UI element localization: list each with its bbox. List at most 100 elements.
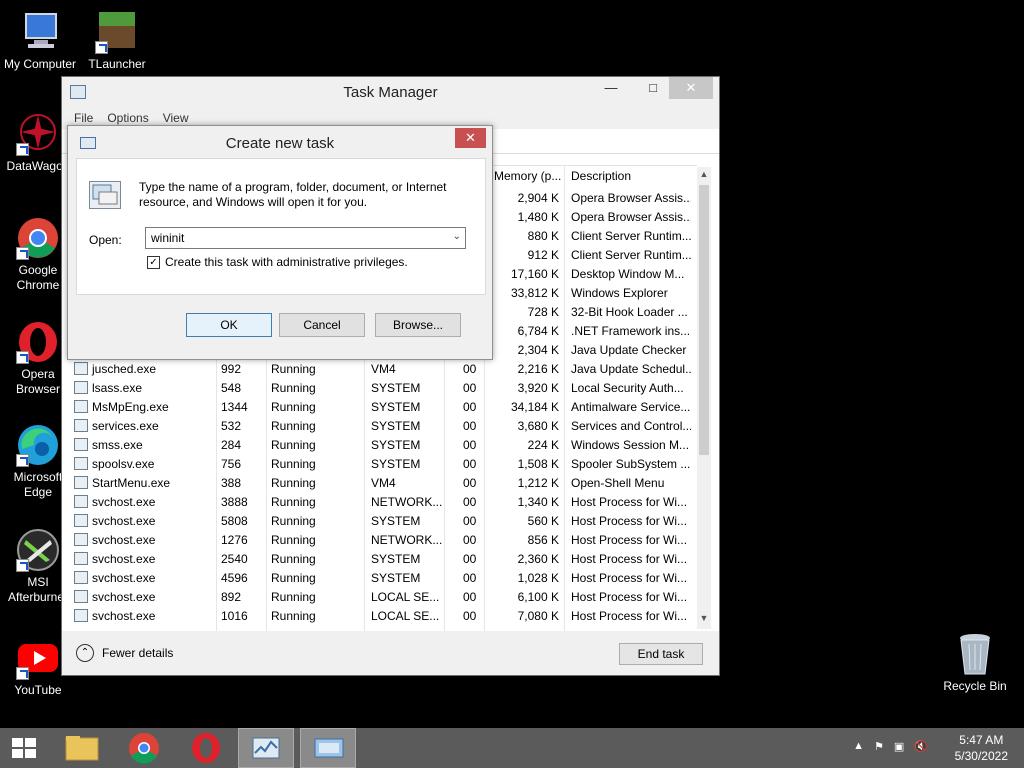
admin-checkbox-label: Create this task with administrative pri… bbox=[165, 255, 408, 269]
process-row[interactable]: StartMenu.exe 388 Running VM4 00 1,212 K Open-… bbox=[72, 474, 697, 493]
process-name: services.exe bbox=[92, 419, 159, 433]
computer-icon bbox=[18, 10, 62, 54]
action-center-flag-icon[interactable]: ⚑ bbox=[874, 740, 884, 753]
admin-checkbox[interactable]: ✓ bbox=[147, 255, 160, 269]
scroll-down-icon[interactable]: ▼ bbox=[697, 613, 711, 627]
process-icon bbox=[74, 514, 88, 527]
scroll-thumb[interactable] bbox=[699, 185, 709, 455]
taskbar-file-explorer[interactable] bbox=[54, 728, 110, 768]
desktop-icon-label: TLauncher bbox=[88, 57, 146, 71]
process-row[interactable]: svchost.exe 5808 Running SYSTEM 00 560 K Host … bbox=[72, 512, 697, 531]
process-icon bbox=[74, 609, 88, 622]
desktop-icon-recycle-bin[interactable]: Recycle Bin bbox=[935, 632, 1015, 694]
column-header-description[interactable]: Description bbox=[567, 165, 697, 187]
process-icon bbox=[74, 571, 88, 584]
menu-file[interactable]: File bbox=[74, 111, 93, 125]
recycle-bin-icon bbox=[953, 632, 997, 676]
process-user: LOCAL SE... bbox=[371, 609, 440, 623]
process-user: SYSTEM bbox=[371, 514, 421, 528]
process-name: svchost.exe bbox=[92, 514, 156, 528]
process-cpu: 00 bbox=[463, 609, 477, 623]
taskbar-opera[interactable] bbox=[178, 728, 234, 768]
desktop-icon-my-computer[interactable]: My Computer bbox=[0, 10, 80, 72]
process-row[interactable]: svchost.exe 892 Running LOCAL SE... 00 6,100 … bbox=[72, 588, 697, 607]
process-row[interactable]: svchost.exe 1276 Running NETWORK... 00 856 K H… bbox=[72, 531, 697, 550]
process-user: SYSTEM bbox=[371, 381, 421, 395]
process-status: Running bbox=[271, 438, 316, 452]
task-manager-titlebar[interactable]: Task Manager — □ ✕ bbox=[62, 77, 719, 107]
dialog-title: Create new task bbox=[225, 135, 335, 152]
process-row[interactable]: svchost.exe 3888 Running NETWORK... 00 1,340 … bbox=[72, 493, 697, 512]
browse-button[interactable]: Browse... bbox=[375, 313, 461, 337]
desktop-icon-tlauncher[interactable]: TLauncher bbox=[77, 10, 157, 72]
volume-muted-icon[interactable]: 🔇 bbox=[914, 740, 928, 753]
process-row[interactable]: svchost.exe 4596 Running SYSTEM 00 1,028 K Hos… bbox=[72, 569, 697, 588]
process-memory: 17,160 K bbox=[510, 267, 559, 281]
process-row[interactable]: lsass.exe 548 Running SYSTEM 00 3,920 K Local … bbox=[72, 379, 697, 398]
process-description: Host Process for Wi... bbox=[571, 609, 688, 623]
network-icon[interactable]: ▣ bbox=[894, 740, 904, 753]
process-icon bbox=[74, 438, 88, 451]
column-header-memory[interactable]: Memory (p... bbox=[492, 165, 572, 187]
process-memory: 34,184 K bbox=[510, 400, 559, 414]
process-memory: 224 K bbox=[527, 438, 559, 452]
show-hidden-icons-icon[interactable]: ▲ bbox=[853, 740, 864, 753]
folder-icon bbox=[65, 736, 99, 761]
menu-view[interactable]: View bbox=[163, 111, 189, 125]
vertical-scrollbar[interactable]: ▲ ▼ bbox=[697, 167, 711, 629]
start-button[interactable] bbox=[0, 728, 48, 768]
dialog-content: Type the name of a program, folder, docu… bbox=[76, 158, 486, 295]
dialog-close-button[interactable]: ✕ bbox=[455, 128, 486, 148]
cancel-button[interactable]: Cancel bbox=[279, 313, 365, 337]
taskbar-task-manager[interactable] bbox=[238, 728, 294, 768]
open-input[interactable] bbox=[146, 228, 436, 248]
process-user: NETWORK... bbox=[371, 495, 443, 509]
edge-icon bbox=[16, 423, 60, 467]
process-status: Running bbox=[271, 476, 316, 490]
process-row[interactable]: spoolsv.exe 756 Running SYSTEM 00 1,508 K Spoo… bbox=[72, 455, 697, 474]
close-button[interactable]: ✕ bbox=[669, 77, 713, 99]
process-pid: 284 bbox=[221, 438, 242, 452]
fewer-details-button[interactable]: ⌃ Fewer details bbox=[76, 644, 173, 662]
process-pid: 388 bbox=[221, 476, 242, 490]
admin-privileges-option[interactable]: ✓ Create this task with administrative p… bbox=[147, 255, 408, 269]
process-name: svchost.exe bbox=[92, 552, 156, 566]
taskbar-run-dialog[interactable] bbox=[300, 728, 356, 768]
run-icon bbox=[314, 738, 344, 758]
process-row[interactable]: smss.exe 284 Running SYSTEM 00 224 K Windows S… bbox=[72, 436, 697, 455]
process-pid: 2540 bbox=[221, 552, 248, 566]
process-user: NETWORK... bbox=[371, 533, 443, 547]
chevron-down-icon[interactable]: ⌄ bbox=[453, 231, 461, 242]
minimize-button[interactable]: — bbox=[597, 77, 625, 99]
taskbar-chrome[interactable] bbox=[116, 728, 172, 768]
open-combobox[interactable]: ⌄ bbox=[145, 227, 466, 249]
chevron-up-icon: ⌃ bbox=[76, 644, 94, 662]
process-row[interactable]: svchost.exe 2540 Running SYSTEM 00 2,360 K Hos… bbox=[72, 550, 697, 569]
process-pid: 992 bbox=[221, 362, 242, 376]
scroll-up-icon[interactable]: ▲ bbox=[697, 169, 711, 183]
menu-options[interactable]: Options bbox=[107, 111, 148, 125]
process-memory: 1,480 K bbox=[517, 210, 559, 224]
maximize-button[interactable]: □ bbox=[639, 77, 667, 99]
process-status: Running bbox=[271, 571, 316, 585]
process-row[interactable]: jusched.exe 992 Running VM4 00 2,216 K Java Up… bbox=[72, 360, 697, 379]
opera-icon bbox=[192, 733, 220, 763]
process-icon bbox=[74, 457, 88, 470]
process-memory: 1,212 K bbox=[517, 476, 559, 490]
process-row[interactable]: svchost.exe 1016 Running LOCAL SE... 00 7,080… bbox=[72, 607, 697, 626]
process-status: Running bbox=[271, 362, 316, 376]
process-memory: 7,080 K bbox=[517, 609, 559, 623]
end-task-button[interactable]: End task bbox=[619, 643, 703, 665]
process-user: VM4 bbox=[371, 362, 396, 376]
clock[interactable]: 5:47 AM 5/30/2022 bbox=[955, 732, 1008, 764]
process-row[interactable]: services.exe 532 Running SYSTEM 00 3,680 K Ser… bbox=[72, 417, 697, 436]
shortcut-arrow-icon bbox=[16, 143, 29, 156]
taskbar: ▲ ⚑ ▣ 🔇 5:47 AM 5/30/2022 bbox=[0, 728, 1024, 768]
process-status: Running bbox=[271, 419, 316, 433]
dialog-titlebar[interactable]: Create new task ✕ bbox=[68, 126, 492, 158]
process-row[interactable]: MsMpEng.exe 1344 Running SYSTEM 00 34,184 K An… bbox=[72, 398, 697, 417]
process-name: jusched.exe bbox=[92, 362, 157, 376]
afterburner-icon bbox=[16, 528, 60, 572]
ok-button[interactable]: OK bbox=[186, 313, 272, 337]
process-status: Running bbox=[271, 609, 316, 623]
